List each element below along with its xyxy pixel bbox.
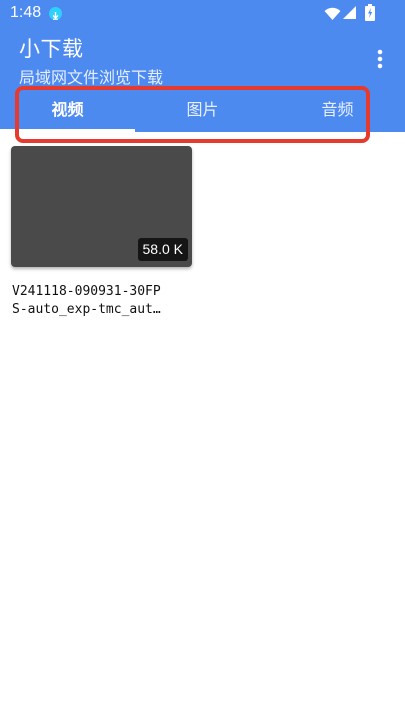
app-title: 小下载 — [19, 37, 84, 61]
video-thumbnail[interactable]: 58.0 K — [11, 146, 192, 267]
annotation-highlight-box — [15, 86, 370, 143]
file-name-line-1: V241118-090931-30FP — [12, 284, 161, 299]
more-options-button[interactable] — [368, 44, 392, 72]
download-icon — [49, 7, 62, 20]
status-bar: 1:48 — [0, 0, 405, 28]
file-size-badge: 58.0 K — [137, 238, 188, 261]
file-name: V241118-090931-30FP S-auto_exp-tmc_aut… — [12, 283, 194, 319]
file-name-line-2: S-auto_exp-tmc_aut… — [12, 302, 161, 317]
cellular-icon — [342, 5, 357, 24]
battery-charging-icon — [365, 4, 375, 25]
app-subtitle: 局域网文件浏览下载 — [19, 68, 164, 87]
wifi-icon — [324, 6, 341, 25]
status-time: 1:48 — [10, 4, 42, 21]
more-vert-icon — [377, 49, 383, 69]
